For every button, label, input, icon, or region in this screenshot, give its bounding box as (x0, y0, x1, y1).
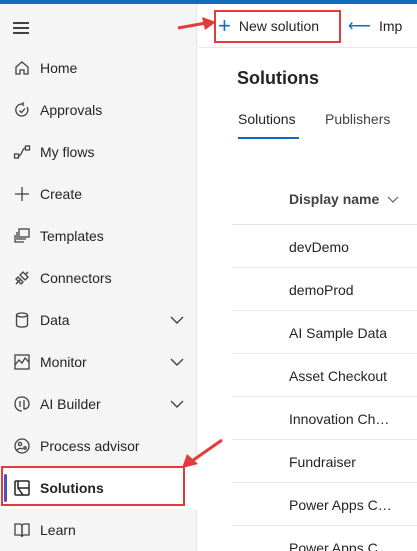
chevron-down-icon[interactable] (170, 313, 184, 327)
table-row[interactable]: Power Apps C… (232, 483, 417, 526)
nav-label: Templates (40, 228, 104, 244)
nav-item-my-flows[interactable]: My flows (0, 131, 197, 173)
monitor-icon (13, 353, 31, 371)
table-row[interactable]: Fundraiser (232, 440, 417, 483)
table-row[interactable]: AI Sample Data (232, 311, 417, 354)
nav-label: AI Builder (40, 396, 101, 412)
nav-label: Connectors (40, 270, 112, 286)
table-row[interactable]: Innovation Ch… (232, 397, 417, 440)
column-header-label: Display name (289, 191, 380, 207)
import-arrow-icon: ⟵ (348, 18, 371, 35)
nav-item-ai-builder[interactable]: AI Builder (0, 383, 197, 425)
learn-icon (13, 521, 31, 539)
nav-item-templates[interactable]: Templates (0, 215, 197, 257)
nav-label: Monitor (40, 354, 87, 370)
row-display-name: devDemo (289, 239, 349, 255)
tab-solutions[interactable]: Solutions (238, 111, 296, 127)
nav-label: Approvals (40, 102, 103, 118)
nav-item-process-advisor[interactable]: Process advisor (0, 425, 197, 467)
approvals-icon (13, 101, 31, 119)
nav-label: Solutions (40, 480, 104, 496)
table-row[interactable]: demoProd (232, 268, 417, 311)
nav-item-learn[interactable]: Learn (0, 509, 197, 551)
plus-icon (13, 185, 31, 203)
new-solution-button[interactable]: + New solution (218, 13, 319, 39)
new-solution-label: New solution (238, 18, 320, 34)
ai-builder-icon (13, 395, 31, 413)
nav-label: Create (40, 186, 83, 202)
database-icon (13, 311, 31, 329)
command-bar-overflow (406, 12, 417, 40)
main-content: + New solution ⟵ Imp Solutions Solutions… (198, 4, 417, 551)
home-icon (13, 59, 31, 77)
nav-item-solutions[interactable]: Solutions (0, 467, 197, 509)
chevron-down-icon[interactable] (170, 397, 184, 411)
nav-label: Home (40, 60, 78, 76)
page-title: Solutions (237, 68, 319, 88)
tab-publishers[interactable]: Publishers (325, 111, 390, 127)
nav-label: My flows (40, 144, 95, 160)
row-display-name: Asset Checkout (289, 368, 388, 384)
nav-item-approvals[interactable]: Approvals (0, 89, 197, 131)
left-nav: Home Approvals My flows Create Templates… (0, 4, 197, 551)
table-row[interactable]: Asset Checkout (232, 354, 417, 397)
nav-item-create[interactable]: Create (0, 173, 197, 215)
row-display-name: Fundraiser (289, 454, 356, 470)
table-row[interactable]: Power Apps C… (232, 526, 417, 551)
import-label: Imp (378, 18, 403, 34)
solutions-icon (13, 479, 31, 497)
command-bar: + New solution ⟵ Imp (198, 4, 417, 48)
import-button[interactable]: ⟵ Imp (348, 13, 402, 39)
active-indicator (4, 474, 7, 502)
table-row[interactable]: devDemo (232, 225, 417, 268)
connectors-icon (13, 269, 31, 287)
nav-item-data[interactable]: Data (0, 299, 197, 341)
nav-label: Process advisor (40, 438, 140, 454)
templates-icon (13, 227, 31, 245)
process-advisor-icon (13, 437, 31, 455)
row-display-name: Power Apps C… (289, 540, 392, 551)
flows-icon (13, 143, 31, 161)
selected-tab-indicator (238, 137, 299, 139)
row-display-name: Power Apps C… (289, 497, 392, 513)
nav-item-home[interactable]: Home (0, 47, 197, 89)
nav-item-monitor[interactable]: Monitor (0, 341, 197, 383)
nav-item-connectors[interactable]: Connectors (0, 257, 197, 299)
display-name-column-header[interactable]: Display name (289, 191, 399, 207)
row-display-name: AI Sample Data (289, 325, 388, 341)
chevron-down-icon (387, 196, 399, 203)
hamburger-menu-icon[interactable] (13, 22, 29, 34)
chevron-down-icon[interactable] (170, 355, 184, 369)
nav-label: Data (40, 312, 70, 328)
plus-icon: + (218, 13, 231, 38)
row-display-name: Innovation Ch… (289, 411, 390, 427)
row-display-name: demoProd (289, 282, 354, 298)
nav-label: Learn (40, 522, 76, 538)
